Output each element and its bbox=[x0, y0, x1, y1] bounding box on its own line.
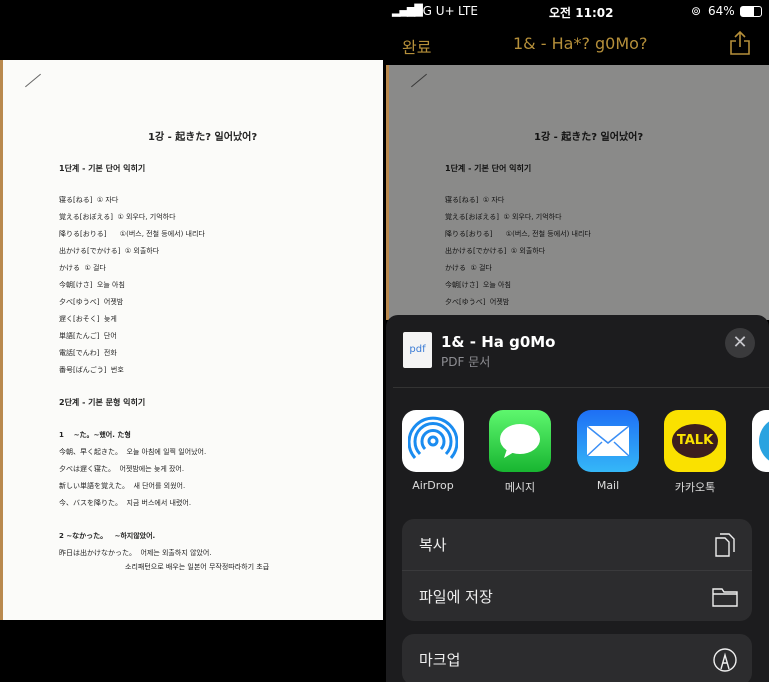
document-line: 電話[でんわ] 전화 bbox=[59, 349, 117, 357]
nav-title: 1& - Ha*? g0Mo? bbox=[513, 34, 648, 53]
document-line: 単語[たんご] 단어 bbox=[59, 332, 117, 340]
mail-icon bbox=[577, 410, 639, 472]
document-line: 今、バスを降りた。 지금 버스에서 내렸어. bbox=[59, 499, 192, 507]
copy-icon bbox=[715, 533, 735, 557]
share-sheet: pdf 1& - Ha g0Mo PDF 문서 ✕ AirDrop 메시지 Ma… bbox=[386, 315, 769, 682]
done-button[interactable]: 완료 bbox=[402, 34, 431, 58]
share-icon[interactable] bbox=[729, 30, 751, 60]
document-line: 1 ~た。~했어. た형 bbox=[59, 431, 131, 439]
pdf-page-preview: 1강 - 起きた? 일어났어? 1단계 - 기본 단어 익히기 寝る[ねる] ① 자… bbox=[386, 65, 769, 320]
carrier: LG U+ bbox=[416, 4, 455, 18]
document-line: 夕べ[ゆうべ] 어젯밤 bbox=[59, 298, 124, 306]
pdf-file-icon: pdf bbox=[403, 332, 432, 368]
action-copy[interactable]: 복사 bbox=[402, 519, 752, 570]
status-bar: ▂▄▆█ LG U+ LTE 오전 11:02 ⊚ 64% bbox=[386, 0, 769, 24]
action-save-to-files[interactable]: 파일에 저장 bbox=[402, 570, 752, 621]
app-airdrop[interactable]: AirDrop bbox=[402, 410, 464, 492]
nav-bar: 완료 1& - Ha*? g0Mo? bbox=[386, 30, 769, 60]
messages-icon bbox=[489, 410, 551, 472]
document-footer: 소리패턴으로 배우는 일본어 무작정따라하기 초급 bbox=[125, 563, 270, 571]
kakaotalk-icon: TALK bbox=[664, 410, 726, 472]
section-heading: 2단계 - 기본 문형 익히기 bbox=[59, 398, 146, 407]
document-line: 出かける[でかける] ① 외출하다 bbox=[59, 247, 160, 255]
action-markup[interactable]: 마크업 bbox=[402, 634, 752, 682]
document-line: 今朝、早く起きた。 오늘 아침에 일찍 일어났어. bbox=[59, 448, 207, 456]
rotation-lock-icon: ⊚ bbox=[691, 4, 702, 18]
file-name: 1& - Ha g0Mo bbox=[441, 333, 556, 351]
document-line: 覚える[おぼえる] ① 외우다, 기억하다 bbox=[59, 213, 176, 221]
divider bbox=[393, 387, 769, 388]
document-line: 寝る[ねる] ① 자다 bbox=[59, 196, 119, 204]
markup-icon bbox=[713, 648, 737, 672]
section-heading: 1단계 - 기본 단어 익히기 bbox=[59, 164, 146, 173]
clock: 오전 11:02 bbox=[549, 6, 614, 20]
document-line: 番号[ばんごう] 번호 bbox=[59, 366, 124, 374]
battery-icon bbox=[740, 6, 762, 17]
battery-percent: 64% bbox=[708, 4, 735, 18]
document-line: 夕べは遅く寝た。 어젯밤에는 늦게 잤어. bbox=[59, 465, 185, 473]
pdf-viewer-pane: ▂▄▆█ LG U+ LTE 오전 11:02 ⊚ 64% 완료 1& - Ha… bbox=[386, 0, 769, 682]
action-group-1: 복사 파일에 저장 bbox=[402, 519, 752, 621]
network: LTE bbox=[458, 4, 478, 18]
folder-icon bbox=[712, 588, 738, 607]
scanned-photo-pane: 1강 - 起きた? 일어났어? 1단계 - 기본 단어 익히기 寝る[ねる] ① 자… bbox=[0, 0, 384, 682]
airdrop-icon bbox=[402, 410, 464, 472]
action-group-2: 마크업 bbox=[402, 634, 752, 682]
document-line: 新しい単語を覚えた。 새 단어를 외웠어. bbox=[59, 482, 186, 490]
file-type: PDF 문서 bbox=[441, 355, 491, 369]
app-kakaotalk[interactable]: TALK 카카오톡 bbox=[664, 410, 726, 495]
app-messages[interactable]: 메시지 bbox=[489, 410, 551, 495]
document-line: 2 ~なかった。 ~하지않았어. bbox=[59, 532, 156, 540]
document-line: かける ① 걸다 bbox=[59, 264, 106, 272]
paper-document: 1강 - 起きた? 일어났어? 1단계 - 기본 단어 익히기 寝る[ねる] ① 자… bbox=[0, 60, 383, 620]
document-line: 昨日は出かけなかった。 어제는 외출하지 않았어. bbox=[59, 549, 212, 557]
app-mail[interactable]: Mail bbox=[577, 410, 639, 492]
app-telegram[interactable]: 텔 bbox=[752, 410, 769, 495]
pen-mark bbox=[25, 73, 41, 88]
document-line: 今朝[けさ] 오늘 아침 bbox=[59, 281, 125, 289]
close-button[interactable]: ✕ bbox=[725, 328, 755, 358]
document-title: 1강 - 起きた? 일어났어? bbox=[148, 132, 258, 143]
telegram-icon bbox=[752, 410, 769, 472]
document-line: 遅く[おそく] 늦게 bbox=[59, 315, 117, 323]
document-content: 1강 - 起きた? 일어났어? 1단계 - 기본 단어 익히기 寝る[ねる] ① 자… bbox=[3, 60, 384, 620]
document-line: 降りる[おりる] ①(버스, 전철 등에서) 내리다 bbox=[59, 230, 205, 238]
